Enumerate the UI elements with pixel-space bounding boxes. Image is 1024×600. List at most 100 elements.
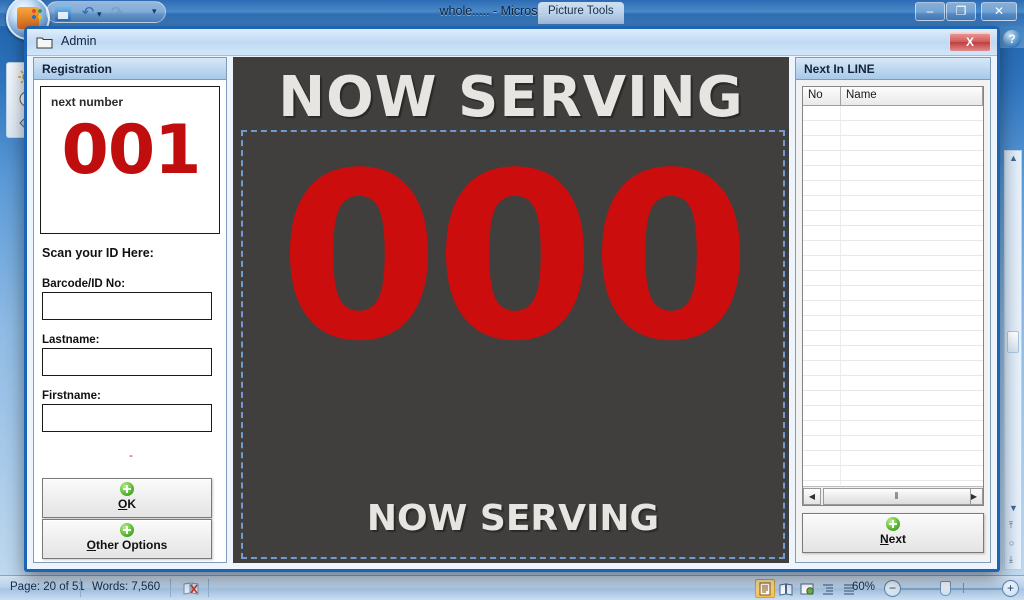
status-word-count[interactable]: Words: 7,560 [92, 581, 160, 593]
next-page-icon[interactable]: ⤓ [1009, 554, 1013, 565]
view-web-layout-button[interactable] [797, 579, 817, 598]
undo-icon[interactable]: ↶ [80, 5, 96, 21]
table-row[interactable] [803, 211, 983, 226]
minimize-button[interactable]: – [915, 2, 945, 21]
ok-accel-key: O [117, 497, 128, 511]
next-label-rest: ext [888, 532, 906, 546]
table-row[interactable] [803, 451, 983, 466]
maximize-button[interactable]: ❐ [946, 2, 976, 21]
zoom-slider-handle[interactable] [940, 581, 951, 596]
table-row[interactable] [803, 481, 983, 485]
select-browse-object-icon[interactable]: ○ [1009, 538, 1014, 548]
cell-name [841, 286, 983, 300]
other-options-button[interactable]: Other Options [42, 519, 212, 559]
table-row[interactable] [803, 331, 983, 346]
next-number-label: next number [51, 95, 124, 109]
next-number-value: 001 [61, 111, 202, 190]
table-row[interactable] [803, 346, 983, 361]
view-outline-button[interactable] [818, 579, 838, 598]
column-header-no[interactable]: No [803, 87, 841, 105]
hscroll-track[interactable]: ⫴ [821, 487, 971, 505]
barcode-id-label: Barcode/ID No: [42, 278, 126, 290]
table-row[interactable] [803, 406, 983, 421]
customize-qat-chevron-down-icon[interactable]: ▾ [152, 6, 157, 17]
folder-icon [36, 35, 53, 49]
cell-no [803, 301, 841, 315]
cell-no [803, 436, 841, 450]
zoom-out-button[interactable]: − [884, 580, 901, 597]
cell-name [841, 301, 983, 315]
now-serving-number: 000 [278, 125, 751, 392]
next-number-display: next number 001 [40, 86, 220, 234]
hscroll-thumb[interactable]: ⫴ [823, 487, 971, 505]
cell-no [803, 391, 841, 405]
table-row[interactable] [803, 391, 983, 406]
table-row[interactable] [803, 151, 983, 166]
cell-name [841, 391, 983, 405]
lastname-input[interactable] [42, 348, 212, 376]
admin-title-bar[interactable]: Admin X [27, 29, 997, 56]
table-row[interactable] [803, 376, 983, 391]
previous-page-icon[interactable]: ⤒ [1009, 520, 1013, 531]
table-row[interactable] [803, 136, 983, 151]
cell-name [841, 151, 983, 165]
table-row[interactable] [803, 361, 983, 376]
next-in-line-panel: Next In LINE No Name ◀ ⫴ ▶ Next [795, 57, 991, 563]
cell-no [803, 121, 841, 135]
table-row[interactable] [803, 196, 983, 211]
scroll-down-icon[interactable]: ▼ [1009, 503, 1018, 513]
word-vertical-scrollbar[interactable]: ▲ ▼ ⤒ ○ ⤓ [1004, 150, 1022, 570]
cell-no [803, 271, 841, 285]
firstname-input[interactable] [42, 404, 212, 432]
table-row[interactable] [803, 181, 983, 196]
tab-picture-tools[interactable]: Picture Tools [538, 2, 624, 24]
cell-name [841, 121, 983, 135]
table-row[interactable] [803, 121, 983, 136]
table-row[interactable] [803, 241, 983, 256]
cell-no [803, 196, 841, 210]
close-button[interactable]: ✕ [981, 2, 1017, 21]
ok-button[interactable]: OK [42, 478, 212, 518]
scroll-up-icon[interactable]: ▲ [1009, 153, 1018, 163]
help-icon[interactable]: ? [1003, 30, 1021, 48]
word-status-bar: Page: 20 of 51 Words: 7,560 60% − + [0, 575, 1024, 600]
registration-panel-header: Registration [34, 58, 226, 80]
view-full-screen-reading-button[interactable] [776, 579, 796, 598]
zoom-level-label[interactable]: 60% [852, 581, 875, 593]
scroll-left-icon[interactable]: ◀ [803, 487, 821, 505]
table-row[interactable] [803, 466, 983, 481]
table-row[interactable] [803, 166, 983, 181]
table-row[interactable] [803, 301, 983, 316]
status-divider [80, 579, 81, 597]
view-print-layout-button[interactable] [755, 579, 775, 598]
table-row[interactable] [803, 256, 983, 271]
redo-icon[interactable]: ↷ [109, 5, 125, 21]
scrollbar-thumb[interactable] [1007, 331, 1019, 353]
admin-close-button[interactable]: X [949, 32, 991, 52]
cell-no [803, 316, 841, 330]
queue-list[interactable]: No Name ◀ ⫴ ▶ [802, 86, 984, 506]
zoom-in-button[interactable]: + [1002, 580, 1019, 597]
cell-no [803, 106, 841, 120]
queue-list-header: No Name [803, 87, 983, 106]
scan-id-label: Scan your ID Here: [42, 246, 154, 260]
table-row[interactable] [803, 316, 983, 331]
status-page-number[interactable]: Page: 20 of 51 [10, 581, 85, 593]
table-row[interactable] [803, 271, 983, 286]
save-icon[interactable] [55, 5, 71, 21]
column-header-name[interactable]: Name [841, 87, 983, 105]
proofing-errors-icon[interactable] [182, 579, 200, 597]
table-row[interactable] [803, 286, 983, 301]
undo-chevron-down-icon[interactable]: ▾ [97, 9, 102, 20]
cell-no [803, 181, 841, 195]
cell-name [841, 331, 983, 345]
cell-no [803, 466, 841, 480]
barcode-id-input[interactable] [42, 292, 212, 320]
table-row[interactable] [803, 226, 983, 241]
queue-horizontal-scrollbar[interactable]: ◀ ⫴ ▶ [803, 486, 983, 505]
cell-name [841, 271, 983, 285]
next-button[interactable]: Next [802, 513, 984, 553]
table-row[interactable] [803, 106, 983, 121]
table-row[interactable] [803, 421, 983, 436]
table-row[interactable] [803, 436, 983, 451]
